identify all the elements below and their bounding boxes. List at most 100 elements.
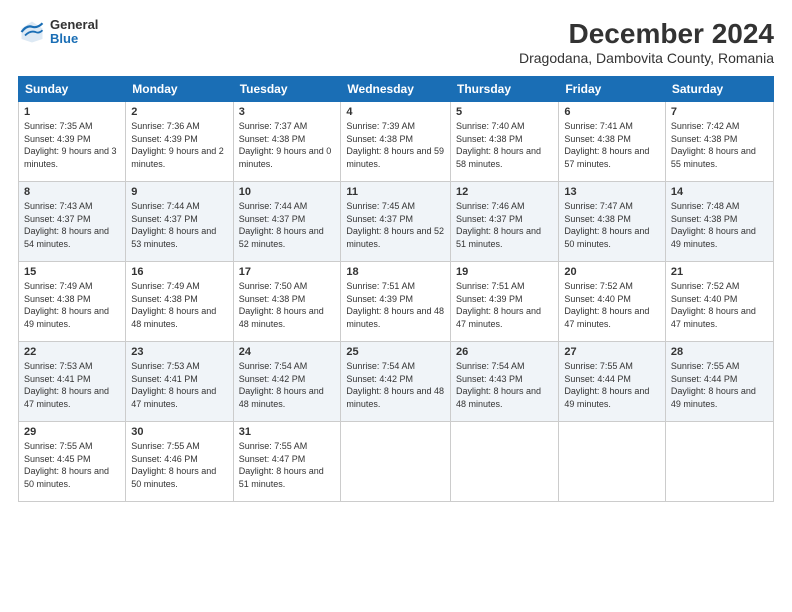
table-row: 10 Sunrise: 7:44 AMSunset: 4:37 PMDayligh…: [233, 182, 341, 262]
day-info: Sunrise: 7:44 AMSunset: 4:37 PMDaylight:…: [239, 200, 336, 250]
day-info: Sunrise: 7:53 AMSunset: 4:41 PMDaylight:…: [131, 360, 227, 410]
day-number: 17: [239, 266, 336, 278]
table-row: 15Sunrise: 7:49 AMSunset: 4:38 PMDayligh…: [19, 262, 126, 342]
day-number: 3: [239, 106, 336, 118]
day-info: Sunrise: 7:55 AMSunset: 4:47 PMDaylight:…: [239, 440, 336, 490]
table-row: 11Sunrise: 7:45 AMSunset: 4:37 PMDayligh…: [341, 182, 451, 262]
day-number: 24: [239, 346, 336, 358]
table-row: 22 Sunrise: 7:53 AMSunset: 4:41 PMDayligh…: [19, 342, 126, 422]
day-number: 2: [131, 106, 227, 118]
table-row: 17 Sunrise: 7:50 AMSunset: 4:38 PMDayligh…: [233, 262, 341, 342]
day-info: Sunrise: 7:36 AMSunset: 4:39 PMDaylight:…: [131, 120, 227, 170]
day-number: 13: [564, 186, 660, 198]
day-info: Sunrise: 7:55 AMSunset: 4:46 PMDaylight:…: [131, 440, 227, 490]
day-number: 7: [671, 106, 768, 118]
day-number: 10: [239, 186, 336, 198]
day-info: Sunrise: 7:54 AMSunset: 4:43 PMDaylight:…: [456, 360, 553, 410]
calendar-week-row: 29Sunrise: 7:55 AMSunset: 4:45 PMDayligh…: [19, 422, 774, 502]
table-row: [341, 422, 451, 502]
day-number: 1: [24, 106, 120, 118]
table-row: 25 Sunrise: 7:54 AMSunset: 4:42 PMDayligh…: [341, 342, 451, 422]
header: General Blue December 2024 Dragodana, Da…: [18, 18, 774, 66]
table-row: 4 Sunrise: 7:39 AMSunset: 4:38 PMDaylight…: [341, 102, 451, 182]
day-info: Sunrise: 7:51 AMSunset: 4:39 PMDaylight:…: [346, 280, 445, 330]
table-row: 20Sunrise: 7:52 AMSunset: 4:40 PMDayligh…: [559, 262, 666, 342]
day-number: 31: [239, 426, 336, 438]
col-sunday: Sunday: [19, 77, 126, 102]
day-info: Sunrise: 7:55 AMSunset: 4:44 PMDaylight:…: [564, 360, 660, 410]
calendar-table: Sunday Monday Tuesday Wednesday Thursday…: [18, 76, 774, 502]
calendar-week-row: 8 Sunrise: 7:43 AMSunset: 4:37 PMDaylight…: [19, 182, 774, 262]
col-tuesday: Tuesday: [233, 77, 341, 102]
day-info: Sunrise: 7:52 AMSunset: 4:40 PMDaylight:…: [671, 280, 768, 330]
calendar-subtitle: Dragodana, Dambovita County, Romania: [519, 50, 774, 66]
table-row: [665, 422, 773, 502]
table-row: 3 Sunrise: 7:37 AMSunset: 4:38 PMDaylight…: [233, 102, 341, 182]
table-row: 27 Sunrise: 7:55 AMSunset: 4:44 PMDayligh…: [559, 342, 666, 422]
day-info: Sunrise: 7:51 AMSunset: 4:39 PMDaylight:…: [456, 280, 553, 330]
day-info: Sunrise: 7:39 AMSunset: 4:38 PMDaylight:…: [346, 120, 445, 170]
day-info: Sunrise: 7:47 AMSunset: 4:38 PMDaylight:…: [564, 200, 660, 250]
day-number: 26: [456, 346, 553, 358]
day-info: Sunrise: 7:54 AMSunset: 4:42 PMDaylight:…: [346, 360, 445, 410]
day-number: 6: [564, 106, 660, 118]
day-number: 28: [671, 346, 768, 358]
logo-blue: Blue: [50, 32, 98, 46]
table-row: 30Sunrise: 7:55 AMSunset: 4:46 PMDayligh…: [126, 422, 233, 502]
day-number: 11: [346, 186, 445, 198]
day-info: Sunrise: 7:44 AMSunset: 4:37 PMDaylight:…: [131, 200, 227, 250]
day-number: 9: [131, 186, 227, 198]
day-info: Sunrise: 7:50 AMSunset: 4:38 PMDaylight:…: [239, 280, 336, 330]
table-row: 23 Sunrise: 7:53 AMSunset: 4:41 PMDayligh…: [126, 342, 233, 422]
table-row: 12 Sunrise: 7:46 AMSunset: 4:37 PMDayligh…: [451, 182, 559, 262]
day-info: Sunrise: 7:53 AMSunset: 4:41 PMDaylight:…: [24, 360, 120, 410]
day-info: Sunrise: 7:42 AMSunset: 4:38 PMDaylight:…: [671, 120, 768, 170]
day-number: 20: [564, 266, 660, 278]
day-info: Sunrise: 7:55 AMSunset: 4:44 PMDaylight:…: [671, 360, 768, 410]
table-row: 8 Sunrise: 7:43 AMSunset: 4:37 PMDaylight…: [19, 182, 126, 262]
day-number: 19: [456, 266, 553, 278]
table-row: 9 Sunrise: 7:44 AMSunset: 4:37 PMDaylight…: [126, 182, 233, 262]
day-info: Sunrise: 7:48 AMSunset: 4:38 PMDaylight:…: [671, 200, 768, 250]
calendar-week-row: 22 Sunrise: 7:53 AMSunset: 4:41 PMDayligh…: [19, 342, 774, 422]
table-row: 5Sunrise: 7:40 AMSunset: 4:38 PMDaylight…: [451, 102, 559, 182]
calendar-week-row: 15 Sunrise: 7:49 AMSunset: 4:38 PMDayligh…: [19, 262, 774, 342]
day-info: Sunrise: 7:46 AMSunset: 4:37 PMDaylight:…: [456, 200, 553, 250]
day-number: 8: [24, 186, 120, 198]
table-row: 26 Sunrise: 7:54 AMSunset: 4:43 PMDayligh…: [451, 342, 559, 422]
day-number: 25: [346, 346, 445, 358]
table-row: 14Sunrise: 7:48 AMSunset: 4:38 PMDayligh…: [665, 182, 773, 262]
calendar-week-row: 1 Sunrise: 7:35 AMSunset: 4:39 PMDaylight…: [19, 102, 774, 182]
table-row: 16 Sunrise: 7:49 AMSunset: 4:38 PMDayligh…: [126, 262, 233, 342]
day-info: Sunrise: 7:37 AMSunset: 4:38 PMDaylight:…: [239, 120, 336, 170]
table-row: 31 Sunrise: 7:55 AMSunset: 4:47 PMDayligh…: [233, 422, 341, 502]
logo-text: General Blue: [50, 18, 98, 47]
day-number: 27: [564, 346, 660, 358]
table-row: 1 Sunrise: 7:35 AMSunset: 4:39 PMDaylight…: [19, 102, 126, 182]
table-row: 7 Sunrise: 7:42 AMSunset: 4:38 PMDaylight…: [665, 102, 773, 182]
day-number: 16: [131, 266, 227, 278]
col-saturday: Saturday: [665, 77, 773, 102]
day-number: 22: [24, 346, 120, 358]
day-number: 4: [346, 106, 445, 118]
table-row: 2 Sunrise: 7:36 AMSunset: 4:39 PMDaylight…: [126, 102, 233, 182]
calendar-page: General Blue December 2024 Dragodana, Da…: [0, 0, 792, 612]
logo-general: General: [50, 18, 98, 32]
title-section: December 2024 Dragodana, Dambovita Count…: [519, 18, 774, 66]
day-info: Sunrise: 7:54 AMSunset: 4:42 PMDaylight:…: [239, 360, 336, 410]
calendar-title: December 2024: [519, 18, 774, 50]
day-number: 23: [131, 346, 227, 358]
col-monday: Monday: [126, 77, 233, 102]
day-info: Sunrise: 7:35 AMSunset: 4:39 PMDaylight:…: [24, 120, 120, 170]
day-info: Sunrise: 7:40 AMSunset: 4:38 PMDaylight:…: [456, 120, 553, 170]
logo-icon: [18, 18, 46, 46]
day-info: Sunrise: 7:43 AMSunset: 4:37 PMDaylight:…: [24, 200, 120, 250]
day-number: 12: [456, 186, 553, 198]
day-info: Sunrise: 7:49 AMSunset: 4:38 PMDaylight:…: [131, 280, 227, 330]
table-row: 28 Sunrise: 7:55 AMSunset: 4:44 PMDayligh…: [665, 342, 773, 422]
calendar-header-row: Sunday Monday Tuesday Wednesday Thursday…: [19, 77, 774, 102]
logo: General Blue: [18, 18, 98, 47]
day-number: 15: [24, 266, 120, 278]
day-info: Sunrise: 7:55 AMSunset: 4:45 PMDaylight:…: [24, 440, 120, 490]
table-row: [451, 422, 559, 502]
